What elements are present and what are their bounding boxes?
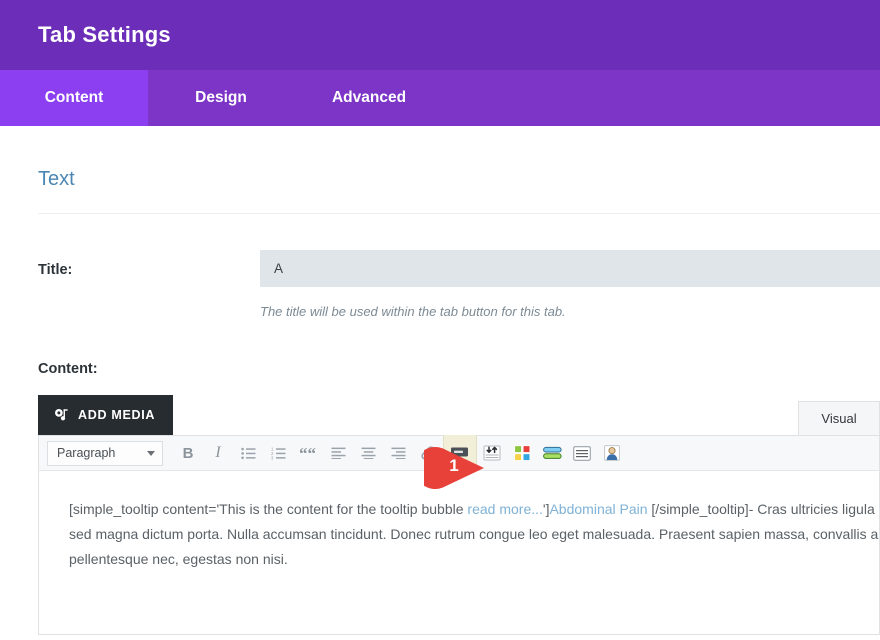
blockquote-button[interactable]: ““: [293, 438, 323, 468]
modal-header: Tab Settings: [0, 0, 880, 70]
add-media-button[interactable]: ADD MEDIA: [38, 395, 173, 435]
align-right-button[interactable]: [383, 438, 413, 468]
color-grid-button[interactable]: [507, 438, 537, 468]
editor-toolbar: Paragraph B I 1: [38, 435, 880, 471]
person-button[interactable]: [597, 438, 627, 468]
title-control: The title will be used within the tab bu…: [260, 250, 880, 319]
page-title: Tab Settings: [38, 22, 171, 48]
modal-tab-bar: Content Design Advanced: [0, 70, 880, 126]
tab-design[interactable]: Design: [148, 70, 294, 126]
sort-arrows-button[interactable]: [477, 438, 507, 468]
title-label: Title:: [38, 250, 260, 278]
editor-link-abdominal-pain[interactable]: Abdominal Pain: [549, 501, 647, 517]
title-hint: The title will be used within the tab bu…: [260, 304, 880, 319]
title-field-row: Title: The title will be used within the…: [38, 250, 880, 319]
paragraph-format-value: Paragraph: [57, 446, 115, 460]
editor-text-segment: [simple_tooltip content='This is the con…: [69, 501, 467, 517]
insert-link-button[interactable]: [413, 438, 443, 468]
tooltip-bubble-button[interactable]: [443, 435, 477, 471]
numbered-list-button[interactable]: 1 2 3: [263, 438, 293, 468]
editor-mode-tabs: Visual: [798, 401, 880, 435]
section-divider: [38, 213, 880, 214]
italic-button[interactable]: I: [203, 438, 233, 468]
bulleted-list-button[interactable]: [233, 438, 263, 468]
tab-content[interactable]: Content: [0, 70, 148, 126]
media-icon: [54, 408, 69, 423]
chevron-down-icon: [147, 451, 155, 456]
wp-editor: ADD MEDIA Visual Paragraph B I: [38, 393, 880, 635]
editor-tab-visual[interactable]: Visual: [798, 401, 880, 435]
bold-button[interactable]: B: [173, 438, 203, 468]
tab-advanced[interactable]: Advanced: [294, 70, 444, 126]
tab-settings-modal: Tab Settings Content Design Advanced Tex…: [0, 0, 880, 640]
title-input[interactable]: [260, 250, 880, 287]
content-label: Content:: [38, 361, 880, 377]
svg-text:3: 3: [271, 455, 274, 459]
list-box-button[interactable]: [567, 438, 597, 468]
align-center-button[interactable]: [353, 438, 383, 468]
editor-paragraph: [simple_tooltip content='This is the con…: [69, 497, 880, 572]
align-left-button[interactable]: [323, 438, 353, 468]
editor-link-read-more[interactable]: read more...: [467, 501, 542, 517]
section-heading: Text: [38, 126, 880, 191]
settings-body: Text Title: The title will be used withi…: [0, 126, 880, 640]
editor-content-area[interactable]: [simple_tooltip content='This is the con…: [38, 471, 880, 635]
bars-button[interactable]: [537, 438, 567, 468]
editor-top-row: ADD MEDIA Visual: [38, 393, 880, 435]
svg-text:““: ““: [300, 447, 316, 459]
add-media-label: ADD MEDIA: [78, 408, 155, 422]
paragraph-format-select[interactable]: Paragraph: [47, 441, 163, 466]
content-field-block: Content: ADD MEDIA: [38, 361, 880, 635]
